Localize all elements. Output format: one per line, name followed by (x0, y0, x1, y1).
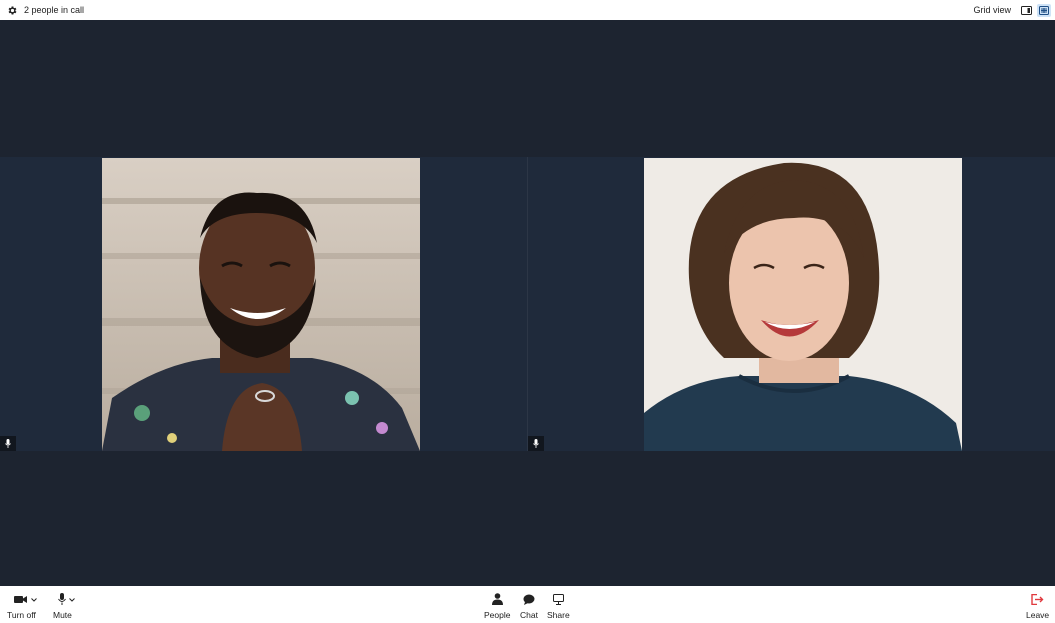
gear-icon[interactable] (5, 4, 19, 17)
chevron-down-icon[interactable] (31, 589, 38, 607)
mute-label: Mute (53, 610, 72, 620)
control-bar: Turn off Mute People Chat Share Leave (0, 586, 1055, 623)
top-bar-left: 2 people in call (5, 4, 84, 17)
grid-view-icon[interactable] (1037, 3, 1051, 17)
microphone-icon (58, 590, 76, 608)
camera-toggle-button[interactable]: Turn off (7, 590, 38, 620)
leave-label: Leave (1026, 610, 1050, 620)
camera-icon (14, 590, 38, 608)
video-stage (0, 20, 1055, 586)
participant-count: 2 people in call (24, 5, 85, 15)
screen-share-icon (552, 590, 564, 608)
leave-button[interactable]: Leave (1026, 590, 1049, 620)
microphone-icon (528, 436, 544, 451)
mute-button[interactable]: Mute (53, 590, 76, 620)
chat-bubble-icon (523, 590, 535, 608)
sidebar-view-icon[interactable] (1019, 4, 1033, 17)
participant-video (102, 158, 420, 451)
leave-icon (1031, 590, 1044, 608)
top-bar: 2 people in call Grid view (0, 0, 1055, 20)
chat-label: Chat (520, 610, 538, 620)
participant-tile[interactable] (528, 157, 1055, 451)
participant-tile[interactable] (0, 157, 527, 451)
participant-video (644, 158, 962, 451)
chevron-down-icon[interactable] (69, 589, 76, 607)
person-icon (491, 590, 503, 608)
view-mode-label: Grid view (973, 5, 1011, 15)
camera-toggle-label: Turn off (7, 610, 36, 620)
microphone-icon (0, 436, 16, 451)
share-label: Share (547, 610, 570, 620)
top-bar-right: Grid view (973, 3, 1051, 17)
share-button[interactable]: Share (547, 590, 570, 620)
people-button[interactable]: People (484, 590, 510, 620)
chat-button[interactable]: Chat (520, 590, 538, 620)
people-label: People (484, 610, 511, 620)
